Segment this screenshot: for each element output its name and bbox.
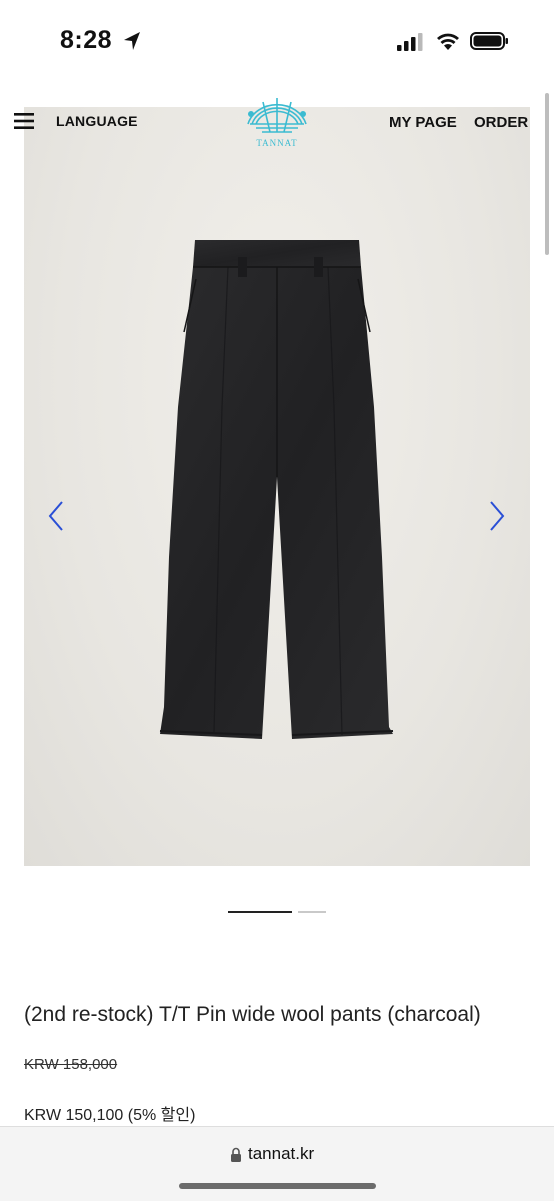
browser-address-bar[interactable]: tannat.kr [0,1126,554,1201]
url-text[interactable]: tannat.kr [248,1144,314,1164]
product-image[interactable] [24,107,530,866]
status-bar: 8:28 [0,0,554,80]
status-time: 8:28 [60,26,113,54]
order-link[interactable]: ORDER [474,114,528,131]
page-scrollbar[interactable] [545,93,549,255]
lock-icon [231,1147,241,1162]
wifi-icon [437,33,459,50]
original-price: KRW 158,000 [24,1056,118,1073]
battery-icon [470,32,508,50]
pants-image [159,240,394,739]
chevron-left-icon[interactable] [46,500,66,532]
carousel-indicator-2[interactable] [298,911,326,913]
logo-text: TANNAT [256,138,298,148]
chevron-right-icon[interactable] [487,500,507,532]
tannat-logo[interactable]: TANNAT [238,94,316,152]
signal-icon [397,33,423,51]
hamburger-icon[interactable] [14,112,34,130]
home-indicator[interactable] [179,1183,376,1189]
my-page-link[interactable]: MY PAGE [389,114,457,131]
sale-price: KRW 150,100 (5% 할인) [24,1107,196,1124]
language-menu[interactable]: LANGUAGE [56,113,138,129]
location-arrow-icon [124,32,140,50]
carousel-indicator-1[interactable] [228,911,292,913]
product-title: (2nd re-stock) T/T Pin wide wool pants (… [24,1003,481,1026]
